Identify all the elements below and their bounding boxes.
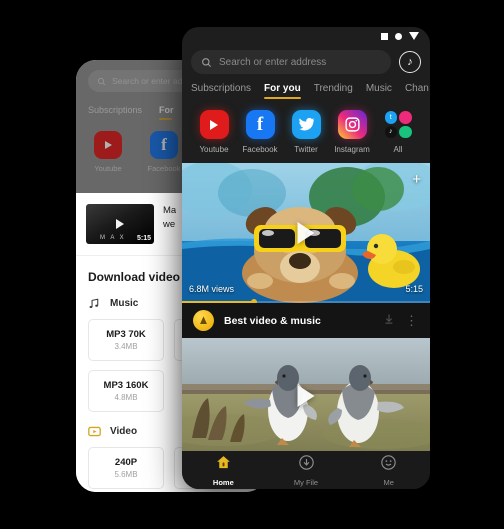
download-icon[interactable] xyxy=(383,313,395,328)
more-vertical-icon[interactable]: ⋮ xyxy=(405,314,419,327)
progress-knob[interactable] xyxy=(250,299,257,303)
other-mini-icon xyxy=(399,125,412,138)
back-app-youtube[interactable]: Youtube xyxy=(91,131,125,173)
sheet-video-title-line2: we xyxy=(163,219,176,231)
tab-for-you[interactable]: For you xyxy=(264,83,301,100)
nav-item-home[interactable]: Home xyxy=(182,454,265,487)
status-bar xyxy=(182,27,430,45)
progress-fill xyxy=(182,301,254,303)
option-size: 4.8MB xyxy=(114,393,138,402)
back-app-facebook[interactable]: f Facebook xyxy=(147,131,181,173)
all-apps-icon: t ♪ xyxy=(384,110,413,139)
tab-trending[interactable]: Trending xyxy=(314,83,353,100)
app-shortcut-youtube[interactable]: Youtube xyxy=(194,110,234,154)
nav-label: Me xyxy=(383,477,394,487)
play-icon xyxy=(116,219,124,229)
option-name: 240P xyxy=(114,457,138,468)
video-card-2[interactable] xyxy=(182,338,430,453)
thumbnail-watermark: M A X xyxy=(100,235,126,241)
twitter-icon xyxy=(291,110,321,139)
instagram-icon xyxy=(337,110,367,139)
bottom-navigation: Home My File Me xyxy=(182,451,430,489)
download-option-mp3-70k[interactable]: MP3 70K 3.4MB xyxy=(88,319,164,361)
foreground-phone-panel: Search or enter address ♪ Subscriptions … xyxy=(182,27,430,489)
search-icon xyxy=(97,77,106,85)
search-input[interactable]: Search or enter address xyxy=(191,50,391,74)
app-label: Instagram xyxy=(334,145,370,154)
play-icon[interactable] xyxy=(297,222,315,244)
top-bar: Search or enter address ♪ xyxy=(182,45,430,74)
facebook-icon: f xyxy=(245,110,275,139)
back-tab-for-you[interactable]: For xyxy=(159,105,174,120)
download-option-mp3-160k[interactable]: MP3 160K 4.8MB xyxy=(88,370,164,412)
tab-subscriptions[interactable]: Subscriptions xyxy=(191,83,251,100)
video-badge-icon xyxy=(88,426,101,437)
circle-icon xyxy=(395,32,402,40)
app-shortcuts: Youtube f Facebook Twitter Instagram t ♪… xyxy=(182,100,430,163)
back-app-label: Youtube xyxy=(94,164,122,173)
plus-icon[interactable]: + xyxy=(412,172,421,187)
tab-bar: Subscriptions For you Trending Music Cha… xyxy=(182,74,430,100)
facebook-icon: f xyxy=(150,131,178,159)
home-icon xyxy=(216,455,230,468)
music-note-glyph: ♪ xyxy=(407,56,413,68)
nav-label: My File xyxy=(293,477,319,487)
triangle-down-icon xyxy=(409,32,419,40)
sheet-section-label: Music xyxy=(110,298,139,309)
sheet-video-title-line1: Ma xyxy=(163,205,177,216)
search-placeholder: Search or enter address xyxy=(219,56,327,68)
app-shortcut-all[interactable]: t ♪ All xyxy=(378,110,418,154)
channel-avatar xyxy=(193,310,214,331)
sheet-section-label: Video xyxy=(110,426,138,437)
youtube-icon xyxy=(94,131,122,159)
instagram-mini-icon xyxy=(399,111,412,124)
nav-label: Home xyxy=(212,477,234,487)
twitter-mini-icon: t xyxy=(384,111,397,124)
best-video-row[interactable]: Best video & music ⋮ xyxy=(182,303,430,338)
option-name: MP3 160K xyxy=(103,380,149,391)
video-card-1[interactable]: + 6.8M views 5:15 xyxy=(182,163,430,303)
option-size: 3.4MB xyxy=(114,342,138,351)
music-note-icon xyxy=(89,298,99,309)
download-circle-icon xyxy=(298,454,314,470)
option-size: 5.6MB xyxy=(114,470,138,479)
best-video-title: Best video & music xyxy=(224,314,321,327)
back-tab-subscriptions[interactable]: Subscriptions xyxy=(88,105,142,115)
nav-item-my-file[interactable]: My File xyxy=(265,454,348,487)
smiley-icon xyxy=(381,454,396,470)
app-label: Twitter xyxy=(294,145,318,154)
app-label: All xyxy=(393,145,403,154)
app-shortcut-twitter[interactable]: Twitter xyxy=(286,110,326,154)
download-option-240p[interactable]: 240P 5.6MB xyxy=(88,447,164,489)
square-icon xyxy=(381,32,388,40)
nav-item-me[interactable]: Me xyxy=(347,454,430,487)
video-duration: 5:15 xyxy=(136,235,151,242)
tiktok-mini-icon: ♪ xyxy=(384,125,397,138)
play-icon[interactable] xyxy=(297,384,315,407)
app-shortcut-facebook[interactable]: f Facebook xyxy=(240,110,280,154)
sheet-video-thumbnail[interactable]: M A X 5:15 xyxy=(86,204,154,244)
video-duration: 5:15 xyxy=(405,284,423,294)
youtube-icon xyxy=(199,110,229,139)
tab-channels[interactable]: Chan xyxy=(405,83,429,100)
screenshot-stage: Search or enter address Subscriptions Fo… xyxy=(0,0,504,529)
option-name: MP3 70K xyxy=(106,329,146,340)
video-progress-bar[interactable] xyxy=(182,299,430,303)
video-views: 6.8M views xyxy=(189,284,235,294)
app-label: Youtube xyxy=(199,145,229,154)
sheet-video-title: Ma we xyxy=(163,204,176,233)
tab-music[interactable]: Music xyxy=(366,83,392,100)
music-note-circle-icon[interactable]: ♪ xyxy=(399,51,421,73)
app-shortcut-instagram[interactable]: Instagram xyxy=(332,110,372,154)
back-app-label: Facebook xyxy=(147,164,181,173)
search-icon xyxy=(202,57,212,67)
app-label: Facebook xyxy=(242,145,278,154)
